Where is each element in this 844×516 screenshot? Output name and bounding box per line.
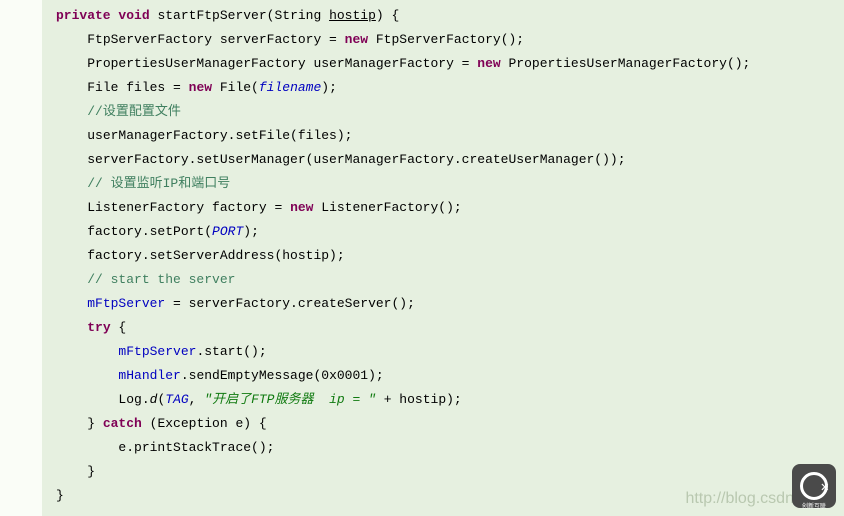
code-line: serverFactory.setUserManager(userManager… (0, 148, 844, 172)
logo-icon: ✕ (800, 472, 828, 500)
logo-label: 创新互联 (802, 501, 826, 510)
code-line: mFtpServer = serverFactory.createServer(… (0, 292, 844, 316)
code-line: } (0, 460, 844, 484)
code-line: userManagerFactory.setFile(files); (0, 124, 844, 148)
code-line: Log.d(TAG, "开启了FTP服务器 ip = " + hostip); (0, 388, 844, 412)
code-line: PropertiesUserManagerFactory userManager… (0, 52, 844, 76)
code-line: FtpServerFactory serverFactory = new Ftp… (0, 28, 844, 52)
code-line: } catch (Exception e) { (0, 412, 844, 436)
code-line: try { (0, 316, 844, 340)
logo-x-icon: ✕ (821, 479, 829, 496)
code-line: ListenerFactory factory = new ListenerFa… (0, 196, 844, 220)
code-line: mHandler.sendEmptyMessage(0x0001); (0, 364, 844, 388)
code-line: // start the server (0, 268, 844, 292)
code-line: private void startFtpServer(String hosti… (0, 4, 844, 28)
code-line: //设置配置文件 (0, 100, 844, 124)
code-line: factory.setPort(PORT); (0, 220, 844, 244)
logo-badge: ✕ 创新互联 (792, 464, 836, 508)
code-line: mFtpServer.start(); (0, 340, 844, 364)
code-editor: private void startFtpServer(String hosti… (0, 0, 844, 516)
code-line: factory.setServerAddress(hostip); (0, 244, 844, 268)
gutter (0, 0, 42, 516)
code-line: e.printStackTrace(); (0, 436, 844, 460)
code-line: // 设置监听IP和端口号 (0, 172, 844, 196)
code-line: File files = new File(filename); (0, 76, 844, 100)
